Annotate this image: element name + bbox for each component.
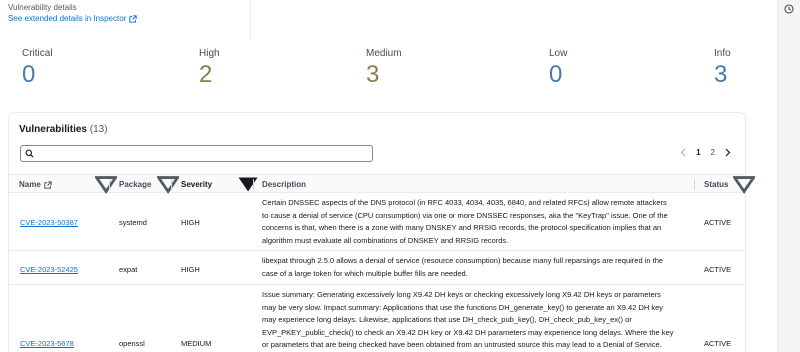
column-header-name[interactable]: Name [19, 175, 52, 194]
column-divider [171, 179, 172, 190]
description-cell: libexpat through 2.5.0 allows a denial o… [262, 255, 690, 280]
details-title: Vulnerability details [8, 3, 77, 12]
vulnerabilities-count: (13) [89, 124, 108, 135]
column-status-label[interactable]: Status [704, 180, 728, 189]
description-cell: Certain DNSSEC aspects of the DNS protoc… [262, 197, 690, 247]
sort-caret-icon[interactable] [733, 175, 756, 194]
vulnerabilities-panel: Vulnerabilities (13) 1 2 Name Package Se… [8, 112, 756, 352]
severity-high: High 2 [199, 48, 220, 89]
severity-medium: Medium 3 [366, 48, 402, 89]
table-row: CVE-2023-50387 systemd HIGH Certain DNSS… [9, 193, 745, 251]
chevron-left-icon[interactable] [680, 148, 686, 157]
description-line: case of a large token for which multiple… [262, 268, 468, 278]
severity-label: Critical [22, 48, 53, 59]
severity-low: Low 0 [549, 48, 567, 89]
header-divider [250, 0, 251, 40]
vulnerabilities-heading: Vulnerabilities (13) [19, 124, 108, 135]
severity-label: Low [549, 48, 568, 59]
table-row: CVE-2023-52425 expat HIGH libexpat throu… [9, 251, 745, 285]
severity-label: Info [714, 48, 731, 59]
severity-cell: MEDIUM [181, 339, 212, 348]
column-package-label[interactable]: Package [119, 180, 151, 189]
table-header: Name Package Severity Description Status [9, 174, 756, 194]
column-name-label[interactable]: Name [19, 180, 41, 189]
table-row: CVE-2023-5678 openssl MEDIUM Issue summa… [9, 285, 745, 352]
page-2-button[interactable]: 2 [711, 148, 715, 157]
package-cell: openssl [119, 339, 145, 348]
external-link-icon [44, 180, 52, 189]
external-link-icon [129, 14, 137, 23]
cve-link[interactable]: CVE-2023-5678 [20, 339, 74, 348]
status-cell: ACTIVE [704, 218, 732, 227]
description-cell: Issue summary: Generating excessively lo… [262, 289, 690, 352]
severity-count: 0 [22, 61, 36, 88]
status-cell: ACTIVE [704, 265, 732, 274]
package-cell: systemd [119, 218, 147, 227]
severity-count: 0 [549, 61, 563, 88]
cve-link[interactable]: CVE-2023-50387 [20, 218, 78, 227]
inspector-link[interactable]: See extended details in Inspector [8, 14, 137, 23]
description-line: EVP_PKEY_public_check() to check an X9.4… [262, 327, 674, 337]
sort-caret-icon[interactable] [95, 175, 118, 194]
description-line: Certain DNSSEC aspects of the DNS protoc… [262, 198, 667, 207]
severity-count: 3 [366, 61, 380, 88]
severity-cell: HIGH [181, 218, 200, 227]
column-header-package[interactable]: Package [119, 175, 151, 194]
cve-link[interactable]: CVE-2023-52425 [20, 265, 78, 274]
sort-descending-icon[interactable] [237, 175, 259, 194]
description-line: concerns is that, when there is a zone w… [262, 223, 662, 233]
column-divider [253, 179, 254, 190]
description-line: Issue summary: Generating excessively lo… [262, 290, 661, 299]
search-icon [25, 149, 34, 158]
pagination: 1 2 [680, 148, 731, 157]
column-header-severity[interactable]: Severity [181, 175, 212, 194]
page-1-button[interactable]: 1 [696, 148, 700, 157]
status-cell: ACTIVE [704, 339, 732, 348]
clock-icon[interactable] [784, 4, 794, 14]
column-divider [109, 179, 110, 190]
column-severity-label[interactable]: Severity [181, 180, 212, 189]
right-side-rail [777, 0, 800, 352]
column-header-description[interactable]: Description [262, 175, 306, 194]
severity-cell: HIGH [181, 265, 200, 274]
vulnerability-details-header: Vulnerability details See extended detai… [0, 0, 248, 40]
severity-info: Info 3 [714, 48, 731, 89]
severity-label: Medium [366, 48, 402, 59]
package-cell: expat [119, 265, 138, 274]
search-input[interactable] [20, 145, 373, 162]
severity-summary: Critical 0 High 2 Medium 3 Low 0 Info 3 [0, 48, 770, 94]
severity-label: High [199, 48, 220, 59]
inspector-link-label[interactable]: See extended details in Inspector [8, 14, 126, 23]
column-header-status[interactable]: Status [704, 175, 728, 194]
description-line: may experience long delays. Likewise, ap… [262, 315, 632, 325]
column-divider [694, 179, 695, 190]
description-line: may be very slow. Impact summary: Applic… [262, 302, 664, 312]
chevron-right-icon[interactable] [725, 148, 731, 157]
description-line: or parameters that are being checked hav… [262, 340, 662, 350]
severity-count: 3 [714, 61, 728, 88]
severity-count: 2 [199, 61, 213, 88]
severity-critical: Critical 0 [22, 48, 53, 89]
vulnerabilities-title: Vulnerabilities [19, 124, 87, 135]
sort-caret-icon[interactable] [157, 175, 180, 194]
description-line: to cause a denial of service (CPU consum… [262, 210, 668, 220]
column-description-label[interactable]: Description [262, 180, 306, 189]
description-line: libexpat through 2.5.0 allows a denial o… [262, 256, 664, 265]
description-line: algorithm must evaluate all combinations… [262, 235, 509, 245]
